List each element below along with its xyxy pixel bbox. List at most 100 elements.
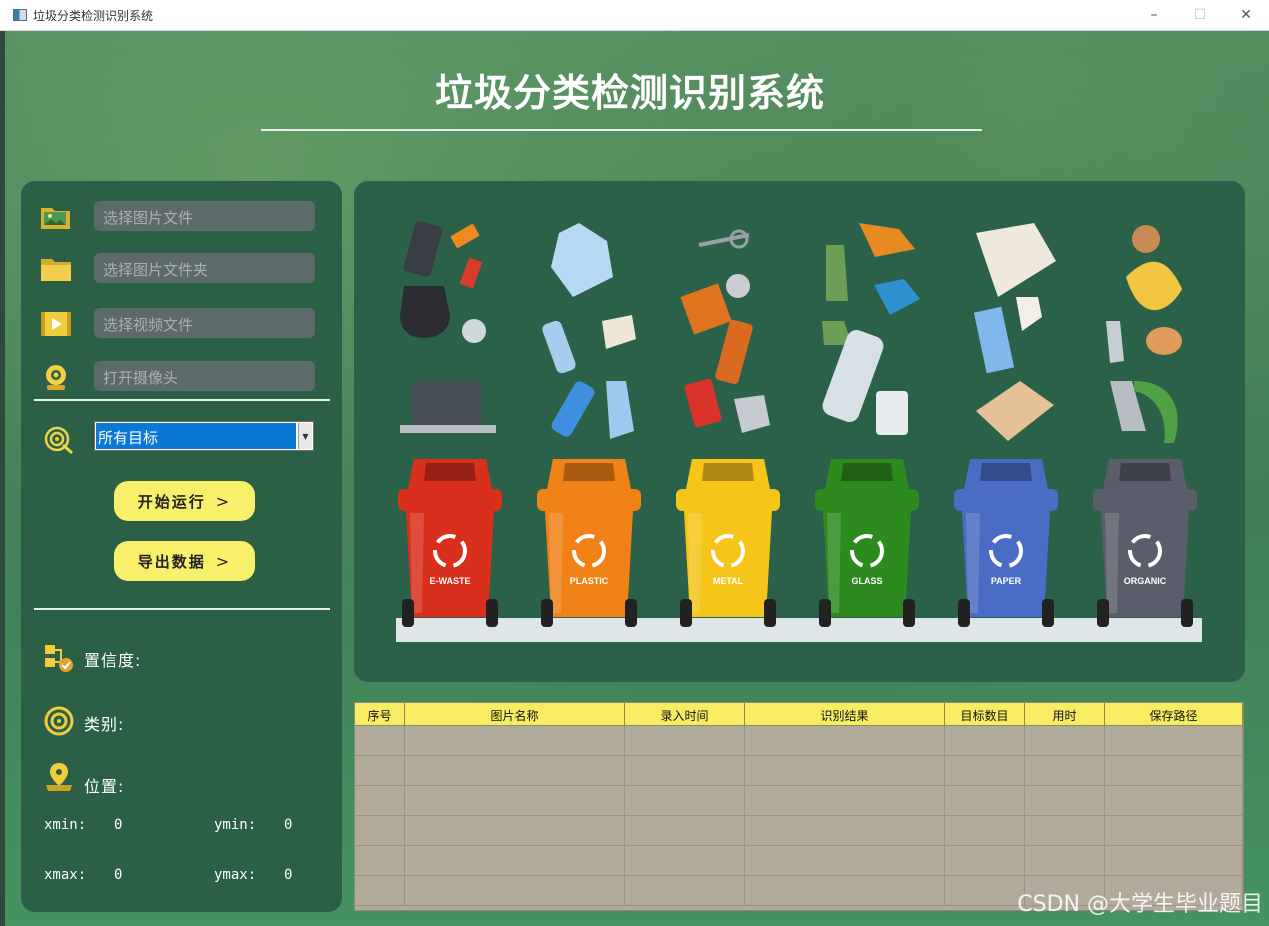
table-cell[interactable] [405, 726, 625, 756]
folder-icon [41, 259, 71, 281]
table-cell[interactable] [1025, 786, 1105, 816]
ymax-value: 0 [284, 867, 293, 883]
table-cell[interactable] [945, 876, 1025, 906]
table-row[interactable] [355, 816, 1243, 846]
table-cell[interactable] [1105, 816, 1243, 846]
xmax-label: xmax: [44, 867, 87, 883]
target-icon [44, 426, 73, 455]
panel-divider [34, 399, 330, 401]
table-cell[interactable] [405, 786, 625, 816]
col-entry-time[interactable]: 录入时间 [625, 703, 745, 726]
table-cell[interactable] [355, 876, 405, 906]
bin-label: GLASS [851, 576, 882, 586]
glass-items [822, 223, 920, 435]
select-image-button[interactable]: 选择图片文件 [94, 201, 315, 231]
table-cell[interactable] [405, 846, 625, 876]
window-controls: – ☐ ✕ [1131, 0, 1269, 30]
category-label: 类别: [84, 715, 125, 734]
table-cell[interactable] [945, 756, 1025, 786]
table-cell[interactable] [1105, 726, 1243, 756]
paper-items [973, 223, 1056, 441]
table-header: 序号 图片名称 录入时间 识别结果 目标数目 用时 保存路径 [355, 703, 1243, 726]
bin-label: PAPER [991, 576, 1022, 586]
app-icon [13, 9, 27, 21]
plastic-items [542, 223, 636, 439]
ymin-label: ymin: [214, 817, 257, 833]
table-cell[interactable] [625, 786, 745, 816]
ymin-value: 0 [284, 817, 293, 833]
category-icon [44, 706, 74, 736]
table-cell[interactable] [745, 756, 945, 786]
table-cell[interactable] [1025, 756, 1105, 786]
bin-organic: ORGANIC [1093, 459, 1197, 627]
table-cell[interactable] [745, 876, 945, 906]
e-waste-items [400, 221, 496, 433]
confidence-icon [45, 645, 73, 672]
export-button[interactable]: 导出数据 > [114, 541, 255, 581]
table-cell[interactable] [745, 846, 945, 876]
source-row-video: 选择视频文件 [21, 308, 342, 340]
maximize-button[interactable]: ☐ [1177, 0, 1223, 30]
bin-metal: METAL [676, 459, 780, 627]
table-row[interactable] [355, 726, 1243, 756]
table-cell[interactable] [625, 846, 745, 876]
minimize-button[interactable]: – [1131, 0, 1177, 30]
table-cell[interactable] [405, 756, 625, 786]
table-cell[interactable] [625, 816, 745, 846]
source-row-image: 选择图片文件 [21, 201, 342, 233]
bin-label: METAL [713, 576, 744, 586]
table-cell[interactable] [745, 786, 945, 816]
table-cell[interactable] [945, 816, 1025, 846]
table-cell[interactable] [1025, 816, 1105, 846]
table-cell[interactable] [1105, 786, 1243, 816]
image-display: E-WASTE PLASTIC METAL GLASS PAPER ORGANIC [354, 181, 1245, 682]
table-cell[interactable] [355, 786, 405, 816]
table-cell[interactable] [1105, 846, 1243, 876]
close-button[interactable]: ✕ [1223, 0, 1269, 30]
start-button[interactable]: 开始运行 > [114, 481, 255, 521]
col-image-name[interactable]: 图片名称 [405, 703, 625, 726]
table-row[interactable] [355, 756, 1243, 786]
ymax-label: ymax: [214, 867, 257, 883]
table-row[interactable] [355, 786, 1243, 816]
bin-label: E-WASTE [429, 576, 470, 586]
source-row-camera: 打开摄像头 [21, 361, 342, 393]
table-cell[interactable] [355, 726, 405, 756]
table-cell[interactable] [625, 726, 745, 756]
table-cell[interactable] [405, 816, 625, 846]
table-cell[interactable] [945, 846, 1025, 876]
source-row-folder: 选择图片文件夹 [21, 253, 342, 285]
xmax-value: 0 [114, 867, 123, 883]
camera-icon [46, 365, 66, 390]
select-folder-button[interactable]: 选择图片文件夹 [94, 253, 315, 283]
col-time-used[interactable]: 用时 [1025, 703, 1105, 726]
bin-glass: GLASS [815, 459, 919, 627]
table-cell[interactable] [355, 816, 405, 846]
col-result[interactable]: 识别结果 [745, 703, 945, 726]
table-cell[interactable] [945, 786, 1025, 816]
bin-plastic: PLASTIC [537, 459, 641, 627]
table-cell[interactable] [745, 816, 945, 846]
table-cell[interactable] [1025, 846, 1105, 876]
chevron-down-icon[interactable]: ▼ [298, 423, 312, 449]
col-save-path[interactable]: 保存路径 [1105, 703, 1243, 726]
table-cell[interactable] [355, 756, 405, 786]
table-cell[interactable] [625, 756, 745, 786]
table-cell[interactable] [355, 846, 405, 876]
target-select[interactable]: 所有目标 ▼ [94, 421, 314, 451]
col-index[interactable]: 序号 [355, 703, 405, 726]
table-cell[interactable] [1025, 726, 1105, 756]
xmin-value: 0 [114, 817, 123, 833]
col-target-count[interactable]: 目标数目 [945, 703, 1025, 726]
table-row[interactable] [355, 846, 1243, 876]
select-video-button[interactable]: 选择视频文件 [94, 308, 315, 338]
table-cell[interactable] [405, 876, 625, 906]
table-cell[interactable] [945, 726, 1025, 756]
open-camera-button[interactable]: 打开摄像头 [94, 361, 315, 391]
table-cell[interactable] [745, 726, 945, 756]
title-divider [261, 129, 982, 131]
table-cell[interactable] [625, 876, 745, 906]
table-cell[interactable] [1105, 756, 1243, 786]
bin-label: PLASTIC [570, 576, 609, 586]
location-pin-icon [46, 763, 72, 791]
